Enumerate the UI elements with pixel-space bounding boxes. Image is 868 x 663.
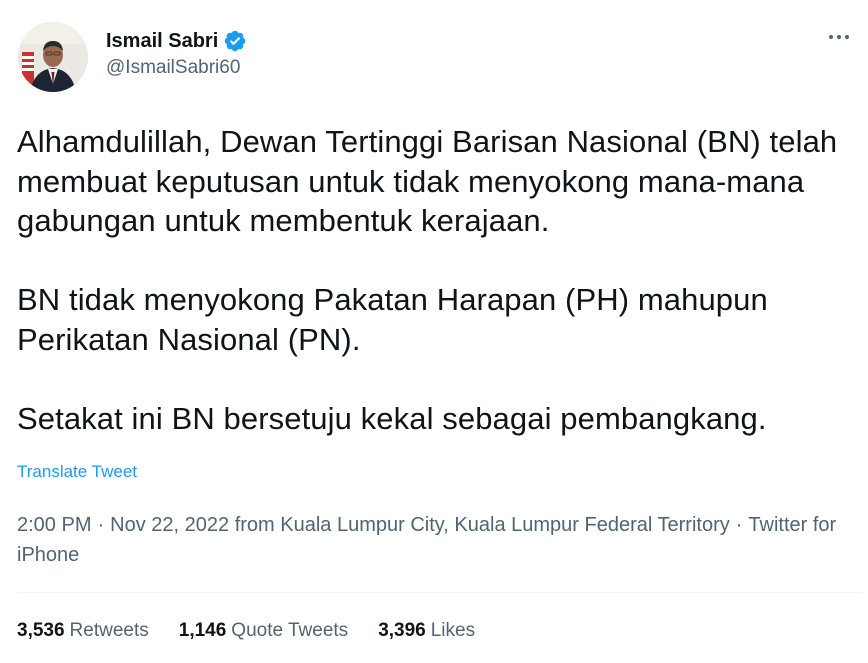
retweets-label: Retweets (69, 620, 149, 641)
quote-tweets-count: 1,146 (178, 620, 227, 641)
more-options-icon[interactable] (824, 27, 854, 47)
tweet-text: Alhamdulillah, Dewan Tertinggi Barisan N… (17, 122, 857, 438)
retweets-count: 3,536 (17, 620, 65, 641)
translate-tweet-link[interactable]: Translate Tweet (17, 462, 137, 482)
avatar-photo (18, 22, 88, 92)
tweet-paragraph: Alhamdulillah, Dewan Tertinggi Barisan N… (17, 124, 838, 238)
tweet-time[interactable]: 2:00 PM (17, 514, 91, 536)
tweet-paragraph: BN tidak menyokong Pakatan Harapan (PH) … (17, 282, 768, 357)
meta-separator: · (97, 514, 105, 536)
quote-tweets-stat[interactable]: 1,146 Quote Tweets (179, 620, 348, 642)
tweet-location: from Kuala Lumpur City, Kuala Lumpur Fed… (234, 514, 730, 536)
tweet-header: Ismail Sabri @IsmailSabri60 (16, 21, 856, 95)
tweet-stats: 3,536 Retweets 1,146 Quote Tweets 3,396 Lik… (17, 620, 475, 642)
avatar[interactable] (18, 22, 88, 92)
tweet-date[interactable]: Nov 22, 2022 (110, 514, 229, 536)
verified-badge-icon (223, 29, 247, 53)
tweet-paragraph: Setakat ini BN bersetuju kekal sebagai p… (17, 400, 767, 436)
likes-stat[interactable]: 3,396 Likes (378, 620, 475, 642)
likes-count: 3,396 (378, 620, 426, 641)
retweets-stat[interactable]: 3,536 Retweets (17, 620, 149, 642)
display-name-row: Ismail Sabri (106, 27, 247, 55)
divider (17, 592, 862, 593)
meta-separator: · (735, 514, 743, 536)
author-names: Ismail Sabri @IsmailSabri60 (106, 27, 247, 79)
display-name[interactable]: Ismail Sabri (106, 30, 218, 53)
tweet-meta: 2:00 PM · Nov 22, 2022 from Kuala Lumpur C… (17, 510, 837, 570)
quote-tweets-label: Quote Tweets (231, 620, 349, 641)
author-handle[interactable]: @IsmailSabri60 (106, 57, 247, 79)
likes-label: Likes (430, 620, 476, 641)
